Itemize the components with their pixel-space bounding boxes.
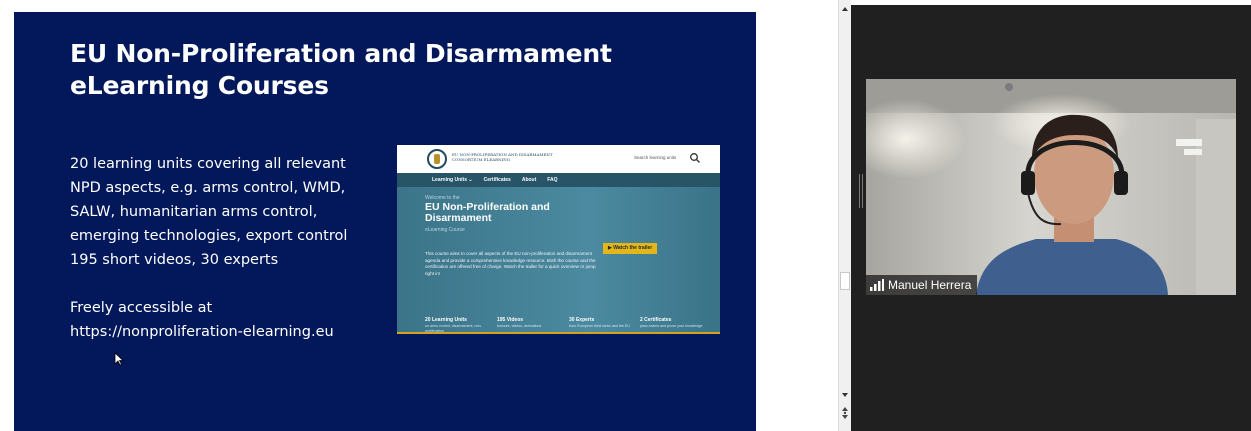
stat-subtitle: on arms control, disarmament, non-prolif…: [425, 324, 482, 333]
search-icon: [690, 153, 700, 163]
page-navigation-icon[interactable]: [840, 404, 850, 422]
scroll-up-arrow-icon[interactable]: [840, 4, 850, 14]
participant-name: Manuel Herrera: [888, 278, 972, 292]
site-search-input: Search learning units: [634, 155, 677, 160]
stat-title: 20 Learning Units: [425, 317, 467, 323]
stat-subtitle: pass exams and prove your knowledge: [640, 324, 703, 328]
participant-video[interactable]: Manuel Herrera: [866, 79, 1236, 295]
panel-resize-handle[interactable]: [859, 174, 863, 208]
video-panel: Manuel Herrera: [851, 5, 1251, 431]
shared-slide: EU Non-Proliferation and Disarmament eLe…: [14, 12, 756, 431]
site-stat-videos: 195 Videos lectures, videos, animations: [497, 317, 567, 329]
site-hero-title: EU Non-Proliferation and Disarmament: [425, 201, 550, 224]
vertical-scrollbar[interactable]: [838, 0, 851, 431]
stat-title: 30 Experts: [569, 317, 595, 323]
site-nav-certificates: Certificates: [483, 177, 511, 183]
stat-title: 2 Certificates: [640, 317, 672, 323]
scroll-thumb[interactable]: [840, 272, 850, 290]
site-hero: Welcome to the EU Non-Proliferation and …: [397, 187, 720, 333]
site-stat-certificates: 2 Certificates pass exams and prove your…: [640, 317, 710, 329]
site-logo-text: EU NON-PROLIFERATION AND DISARMAMENT CON…: [452, 152, 553, 162]
stat-subtitle: lectures, videos, animations: [497, 324, 542, 328]
screen-share-margin: [756, 0, 838, 431]
site-nav: Learning Units ⌄ Certificates About FAQ: [397, 173, 720, 187]
site-header: EU NON-PROLIFERATION AND DISARMAMENT CON…: [397, 145, 720, 173]
participant-name-tag: Manuel Herrera: [866, 275, 978, 295]
slide-title: EU Non-Proliferation and Disarmament eLe…: [70, 39, 612, 100]
stat-title: 195 Videos: [497, 317, 524, 323]
site-description: This course aims to cover all aspects of…: [425, 251, 596, 276]
site-course-subtitle: eLearning Course: [425, 227, 465, 233]
slide-bullet-learning-units: 20 learning units covering all relevant …: [70, 156, 348, 244]
stat-subtitle: from European think tanks and the EU: [569, 324, 630, 328]
site-stat-experts: 30 Experts from European think tanks and…: [569, 317, 639, 329]
signal-strength-icon: [870, 279, 884, 291]
scroll-down-arrow-icon[interactable]: [840, 390, 850, 400]
participant-video-feed: [866, 79, 1236, 295]
slide-bullet-videos: 195 short videos, 30 experts: [70, 252, 279, 268]
site-stat-units: 20 Learning Units on arms control, disar…: [425, 317, 495, 333]
slide-bullet-access: Freely accessible at https://nonprolifer…: [70, 296, 370, 344]
site-nav-faq: FAQ: [547, 177, 558, 183]
website-screenshot: EU NON-PROLIFERATION AND DISARMAMENT CON…: [397, 145, 720, 334]
access-label: Freely accessible at: [70, 300, 213, 316]
site-nav-about: About: [521, 177, 537, 183]
consortium-logo-icon: [427, 149, 447, 169]
watch-trailer-button: ▶ Watch the trailer: [603, 243, 658, 254]
site-nav-learning-units: Learning Units ⌄: [432, 177, 473, 183]
access-url: https://nonproliferation-elearning.eu: [70, 324, 334, 340]
mouse-pointer-icon: [114, 352, 124, 366]
